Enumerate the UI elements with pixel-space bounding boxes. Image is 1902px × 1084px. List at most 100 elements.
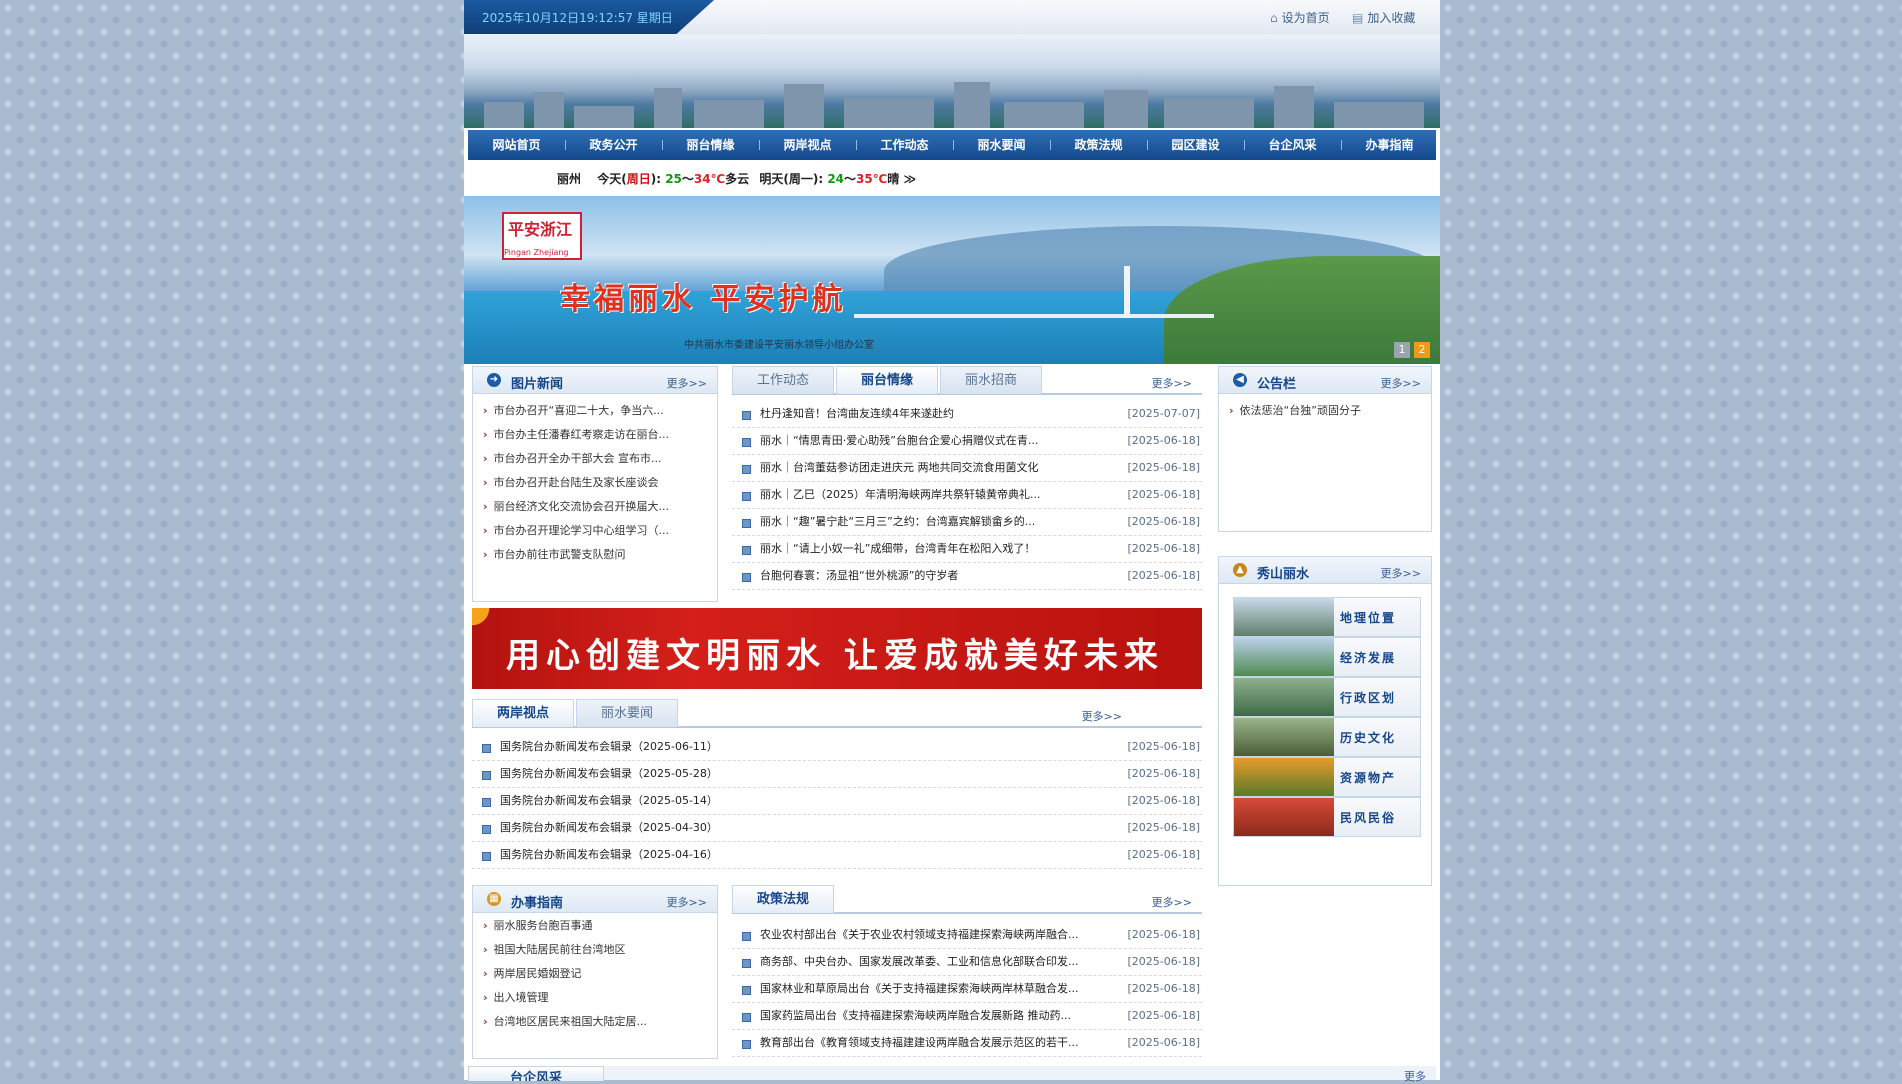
news-title[interactable]: 丽水｜“趣”暑宁赴“三月三”之约：台湾嘉宾解锁畲乡的...	[760, 509, 1084, 535]
notice-more[interactable]: 更多>>	[1381, 375, 1421, 391]
nav-litai-bond[interactable]: 丽台情缘	[662, 130, 759, 160]
scenic-lishui-panel: ▲ 秀山丽水 更多>> 地理位置 经济发展 行政区划 历史文化 资源物产 民风民…	[1218, 556, 1432, 886]
list-item[interactable]: 出入境管理	[483, 988, 711, 1012]
news-title[interactable]: 国务院台办新闻发布会辑录（2025-04-16）	[500, 842, 1084, 868]
table-row[interactable]: 商务部、中央台办、国家发展改革委、工业和信息化部联合印发... [2025-06-…	[732, 949, 1202, 976]
news-title[interactable]: 杜丹逢知音！台湾曲友连续4年来遂赴约	[760, 401, 1084, 427]
add-favorite-link[interactable]: ▤ 加入收藏	[1352, 9, 1415, 26]
list-item[interactable]: 依法惩治“台独”顽固分子	[1229, 401, 1425, 425]
scenic-item-resources[interactable]: 资源物产	[1233, 757, 1421, 797]
tabs1-more[interactable]: 更多>>	[1152, 375, 1192, 391]
list-item[interactable]: 两岸居民婚姻登记	[483, 964, 711, 988]
scenic-thumbnail	[1234, 758, 1334, 796]
top-bar: 2025年10月12日19:12:57 星期日 ⌂ 设为首页 ▤ 加入收藏	[464, 0, 1440, 34]
news-date: [2025-06-18]	[1127, 794, 1200, 807]
nav-work-news[interactable]: 工作动态	[856, 130, 953, 160]
table-row[interactable]: 杜丹逢知音！台湾曲友连续4年来遂赴约 [2025-07-07]	[732, 401, 1202, 428]
weather-city: 丽州	[557, 172, 582, 186]
news-title[interactable]: 丽水｜乙巳（2025）年清明海峡两岸共祭轩辕黄帝典礼...	[760, 482, 1084, 508]
scenic-item-divisions[interactable]: 行政区划	[1233, 677, 1421, 717]
set-home-link[interactable]: ⌂ 设为首页	[1270, 9, 1330, 26]
list-item[interactable]: 台湾地区居民来祖国大陆定居...	[483, 1012, 711, 1036]
nav-policies[interactable]: 政策法规	[1050, 130, 1147, 160]
tab-lishui-news[interactable]: 丽水要闻	[576, 699, 678, 727]
nav-lishui-news[interactable]: 丽水要闻	[953, 130, 1050, 160]
table-row[interactable]: 国务院台办新闻发布会辑录（2025-04-30） [2025-06-18]	[472, 815, 1202, 842]
tab-policies[interactable]: 政策法规	[732, 885, 834, 913]
table-row[interactable]: 国务院台办新闻发布会辑录（2025-04-16） [2025-06-18]	[472, 842, 1202, 869]
weather-more-arrow[interactable]: ≫	[903, 172, 916, 186]
table-row[interactable]: 国家林业和草原局出台《关于支持福建探索海峡两岸林草融合发... [2025-06-…	[732, 976, 1202, 1003]
table-row[interactable]: 丽水｜台湾董菇参访团走进庆元 两地共同交流食用菌文化 [2025-06-18]	[732, 455, 1202, 482]
banner-slogan: 幸福丽水 平安护航	[560, 282, 847, 317]
news-title[interactable]: 国家药监局出台《支持福建探索海峡两岸融合发展新路 推动药...	[760, 1003, 1084, 1029]
list-item[interactable]: 市台办主任潘春红考察走访在丽台...	[483, 425, 711, 449]
list-item[interactable]: 市台办前往市武警支队慰问	[483, 545, 711, 569]
table-row[interactable]: 农业农村部出台《关于农业农村领域支持福建探索海峡两岸融合... [2025-06-…	[732, 922, 1202, 949]
news-date: [2025-06-18]	[1127, 740, 1200, 753]
table-row[interactable]: 台胞何春寰：汤显祖“世外桃源”的守岁者 [2025-06-18]	[732, 563, 1202, 590]
tab-cross-strait[interactable]: 两岸视点	[472, 699, 574, 727]
news-title[interactable]: 国务院台办新闻发布会辑录（2025-04-30）	[500, 815, 1084, 841]
list-item[interactable]: 祖国大陆居民前往台湾地区	[483, 940, 711, 964]
news-title[interactable]: 商务部、中央台办、国家发展改革委、工业和信息化部联合印发...	[760, 949, 1084, 975]
tab-work-news[interactable]: 工作动态	[732, 366, 834, 394]
scenic-item-customs[interactable]: 民风民俗	[1233, 797, 1421, 837]
weather-sep: ～	[681, 172, 694, 186]
list-item[interactable]: 市台办召开赴台陆生及家长座谈会	[483, 473, 711, 497]
table-row[interactable]: 国务院台办新闻发布会辑录（2025-05-28） [2025-06-18]	[472, 761, 1202, 788]
tabs2-more[interactable]: 更多>>	[1082, 708, 1122, 724]
list-item[interactable]: 市台办召开“喜迎二十大，争当六...	[483, 401, 711, 425]
news-title[interactable]: 国家林业和草原局出台《关于支持福建探索海峡两岸林草融合发...	[760, 976, 1084, 1002]
list-item[interactable]: 市台办召开全办干部大会 宣布市...	[483, 449, 711, 473]
news-date: [2025-06-18]	[1127, 461, 1200, 474]
tab-taiwan-enterprises[interactable]: 台企风采	[468, 1066, 604, 1081]
table-row[interactable]: 丽水｜“情思青田·爱心助残”台胞台企爱心捐赠仪式在青... [2025-06-18…	[732, 428, 1202, 455]
list-item[interactable]: 丽水服务台胞百事通	[483, 916, 711, 940]
current-datetime: 2025年10月12日19:12:57 星期日	[482, 11, 673, 25]
scenic-more[interactable]: 更多>>	[1381, 565, 1421, 581]
tab-litai-bond[interactable]: 丽台情缘	[836, 366, 938, 394]
weather-today-label: 今天(	[597, 172, 627, 186]
enterprise-more[interactable]: 更多	[1404, 1068, 1426, 1084]
guide-more[interactable]: 更多>>	[667, 894, 707, 910]
policy-more[interactable]: 更多>>	[1152, 894, 1192, 910]
news-title[interactable]: 丽水｜“请上小奴一礼”成细带，台湾青年在松阳入戏了！	[760, 536, 1084, 562]
news-date: [2025-06-18]	[1127, 1009, 1200, 1022]
news-title[interactable]: 国务院台办新闻发布会辑录（2025-06-11）	[500, 734, 1084, 760]
nav-cross-strait[interactable]: 两岸视点	[759, 130, 856, 160]
promo-banner[interactable]: 平安浙江 Pingan Zhejiang 幸福丽水 平安护航 中共丽水市委建设平…	[464, 196, 1440, 364]
weather-bar: 丽州 今天(周日): 25～34℃多云 明天(周一): 24～35℃晴 ≫	[557, 170, 916, 187]
banner-page-1[interactable]: 1	[1394, 342, 1410, 358]
news-title[interactable]: 农业农村部出台《关于农业农村领域支持福建探索海峡两岸融合...	[760, 922, 1084, 948]
scenic-item-history[interactable]: 历史文化	[1233, 717, 1421, 757]
table-row[interactable]: 国家药监局出台《支持福建探索海峡两岸融合发展新路 推动药... [2025-06-…	[732, 1003, 1202, 1030]
tab-lishui-investment[interactable]: 丽水招商	[940, 366, 1042, 394]
table-row[interactable]: 国务院台办新闻发布会辑录（2025-05-14） [2025-06-18]	[472, 788, 1202, 815]
nav-government-affairs[interactable]: 政务公开	[565, 130, 662, 160]
civilization-banner[interactable]: 用心创建文明丽水 让爱成就美好未来	[472, 608, 1202, 689]
table-row[interactable]: 教育部出台《教育领域支持福建建设两岸融合发展示范区的若干... [2025-06-…	[732, 1030, 1202, 1057]
news-title[interactable]: 教育部出台《教育领域支持福建建设两岸融合发展示范区的若干...	[760, 1030, 1084, 1056]
news-title[interactable]: 台胞何春寰：汤显祖“世外桃源”的守岁者	[760, 563, 1084, 589]
enterprise-tabs: 台企风采 更多	[468, 1066, 1436, 1083]
scenic-item-location[interactable]: 地理位置	[1233, 597, 1421, 637]
banner-page-2[interactable]: 2	[1414, 342, 1430, 358]
nav-service-guide[interactable]: 办事指南	[1341, 130, 1438, 160]
nav-taiwan-enterprises[interactable]: 台企风采	[1244, 130, 1341, 160]
list-item[interactable]: 市台办召开理论学习中心组学习（...	[483, 521, 711, 545]
table-row[interactable]: 丽水｜“趣”暑宁赴“三月三”之约：台湾嘉宾解锁畲乡的... [2025-06-18…	[732, 509, 1202, 536]
table-row[interactable]: 丽水｜“请上小奴一礼”成细带，台湾青年在松阳入戏了！ [2025-06-18]	[732, 536, 1202, 563]
news-title[interactable]: 国务院台办新闻发布会辑录（2025-05-14）	[500, 788, 1084, 814]
scenic-item-economy[interactable]: 经济发展	[1233, 637, 1421, 677]
nav-home[interactable]: 网站首页	[468, 130, 565, 160]
table-row[interactable]: 国务院台办新闻发布会辑录（2025-06-11） [2025-06-18]	[472, 734, 1202, 761]
news-title[interactable]: 国务院台办新闻发布会辑录（2025-05-28）	[500, 761, 1084, 787]
news-title[interactable]: 丽水｜“情思青田·爱心助残”台胞台企爱心捐赠仪式在青...	[760, 428, 1084, 454]
nav-park-construction[interactable]: 园区建设	[1147, 130, 1244, 160]
photo-news-more[interactable]: 更多>>	[667, 375, 707, 391]
news-title[interactable]: 丽水｜台湾董菇参访团走进庆元 两地共同交流食用菌文化	[760, 455, 1084, 481]
news-tabs-2: 两岸视点 丽水要闻 更多>>	[472, 699, 1202, 728]
table-row[interactable]: 丽水｜乙巳（2025）年清明海峡两岸共祭轩辕黄帝典礼... [2025-06-18…	[732, 482, 1202, 509]
list-item[interactable]: 丽台经济文化交流协会召开换届大...	[483, 497, 711, 521]
